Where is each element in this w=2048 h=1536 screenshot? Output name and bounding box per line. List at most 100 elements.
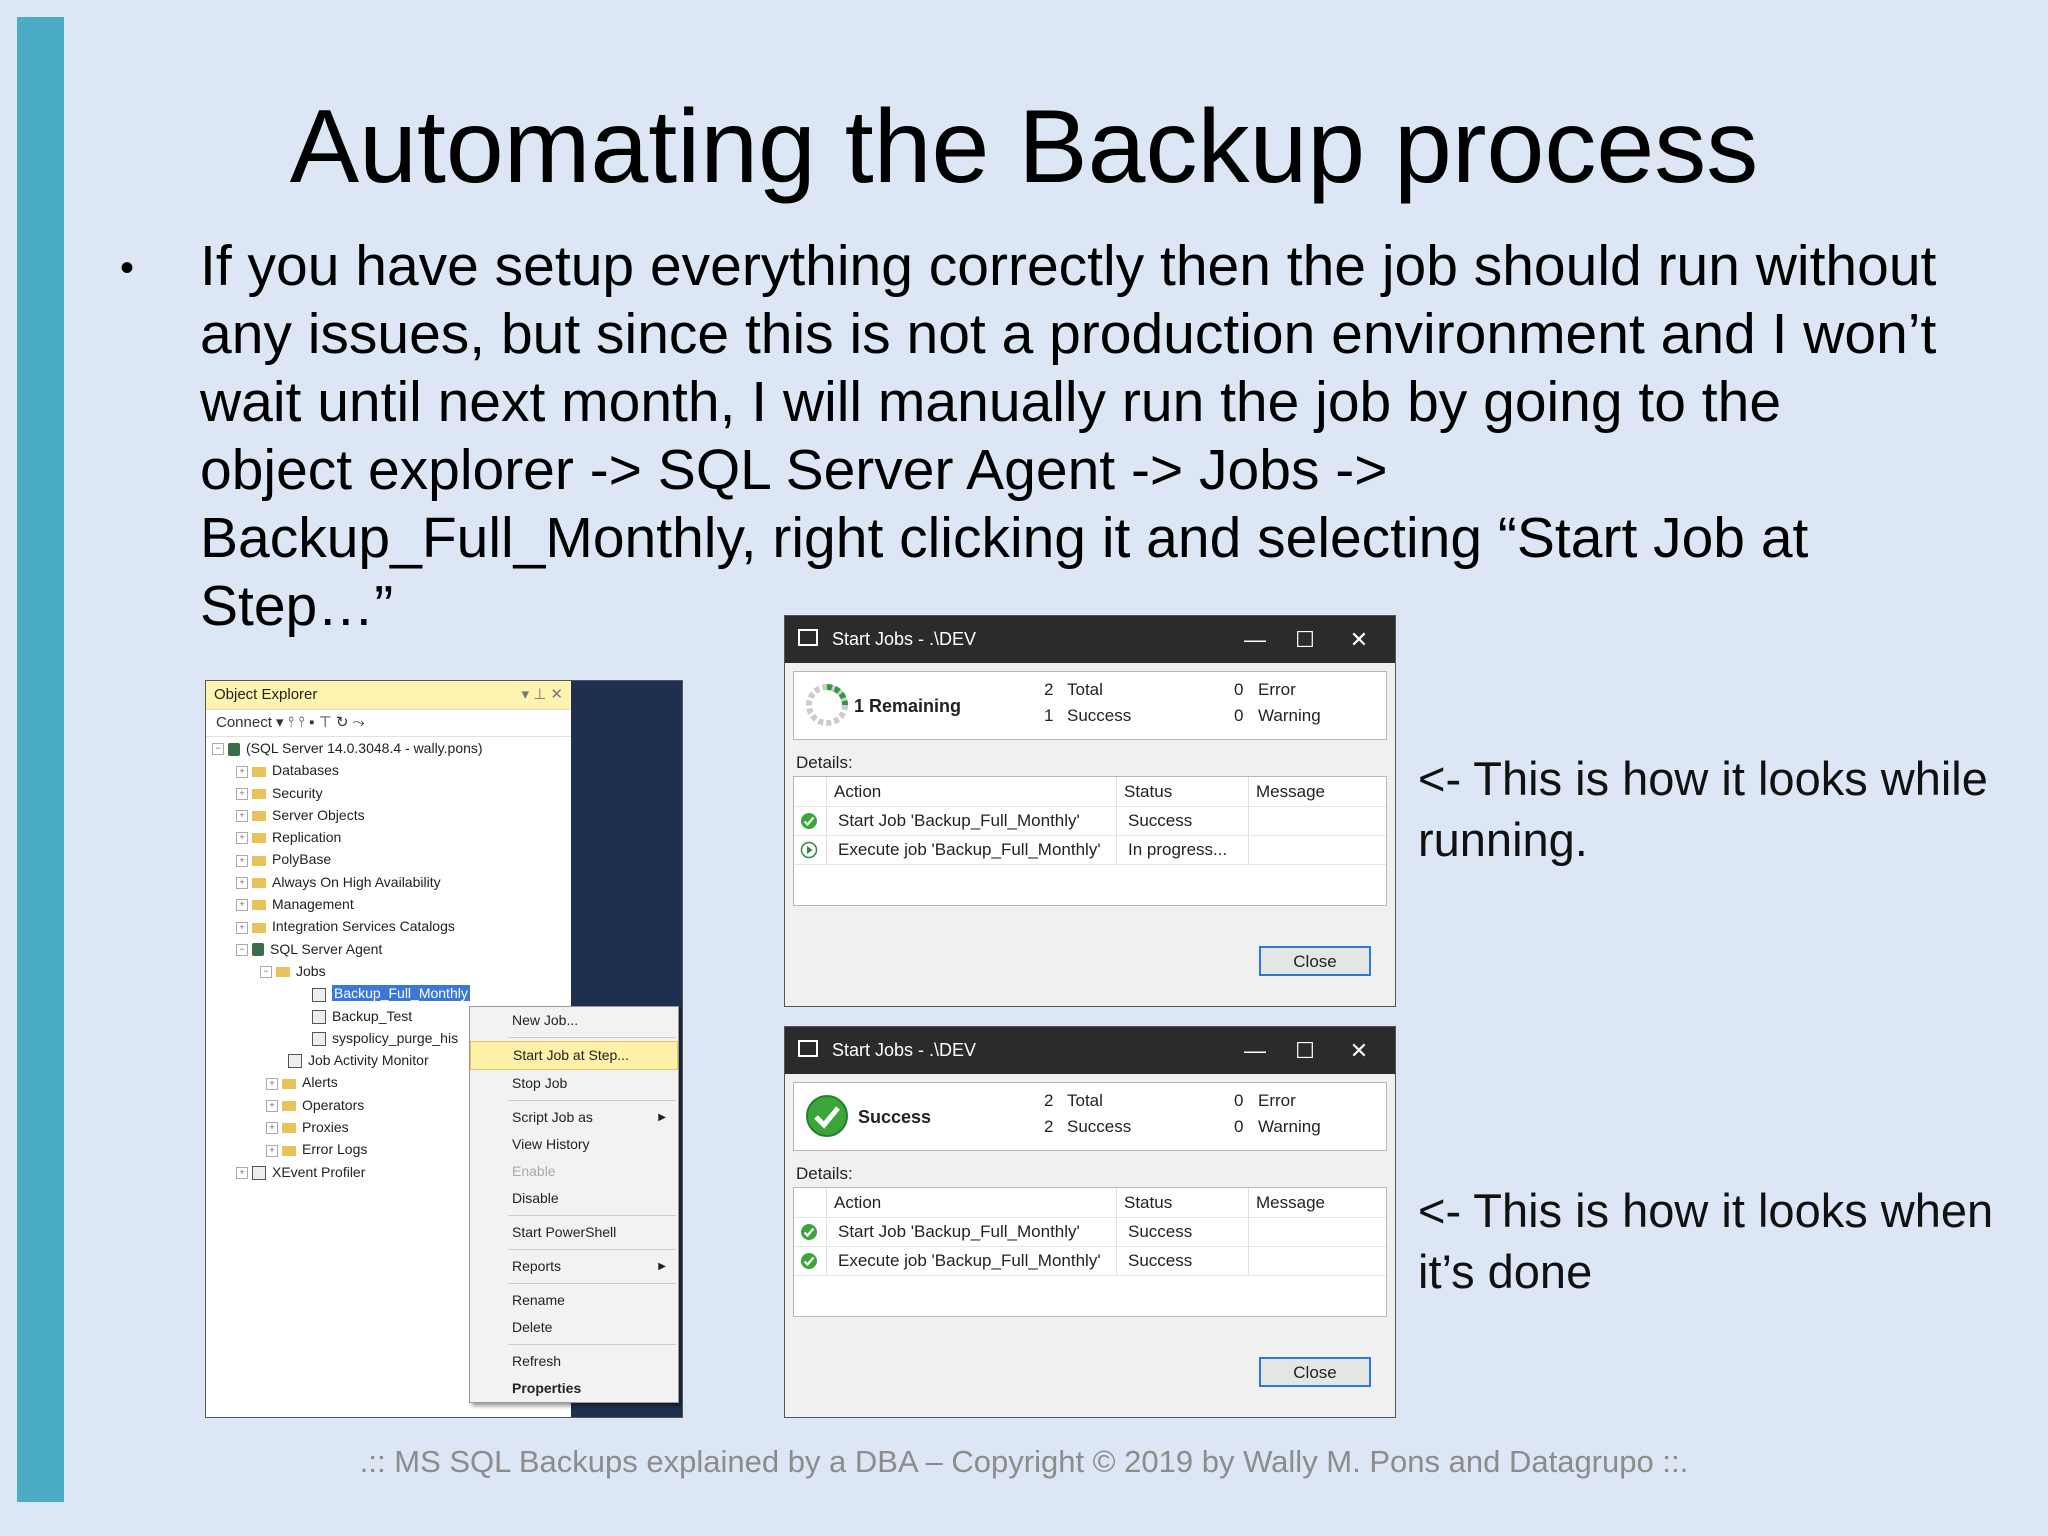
menu-reports[interactable]: Reports ▶: [470, 1253, 678, 1280]
pin-close-icons[interactable]: ▾ ⊥ ✕: [522, 681, 564, 709]
menu-view-history[interactable]: View History: [470, 1131, 678, 1158]
folder-icon: [252, 855, 266, 866]
folder-icon: [252, 766, 266, 777]
total-count: 2: [1044, 1091, 1054, 1110]
accent-bar: [17, 17, 64, 1502]
expand-icon[interactable]: +: [236, 765, 248, 778]
grid-header: Action Status Message: [794, 1188, 1386, 1218]
tree-server[interactable]: − (SQL Server 14.0.3048.4 - wally.pons): [206, 737, 571, 759]
menu-start-job-at-step[interactable]: Start Job at Step...: [470, 1041, 678, 1070]
error-label: Error: [1258, 680, 1296, 699]
menu-refresh[interactable]: Refresh: [470, 1348, 678, 1375]
tree-node[interactable]: + Integration Services Catalogs: [206, 915, 571, 937]
tree-node[interactable]: + Management: [206, 893, 571, 915]
expand-icon[interactable]: +: [236, 921, 248, 934]
expand-icon[interactable]: +: [236, 899, 248, 912]
start-jobs-dialog-running: Start Jobs - .\DEV — ☐ ✕ 1 Remaining 2 T…: [784, 615, 1396, 1007]
row-status: Success: [1128, 811, 1193, 830]
folder-icon: [252, 878, 266, 889]
close-button[interactable]: Close: [1259, 1357, 1371, 1387]
app-icon: [798, 629, 818, 646]
job-icon: [312, 1009, 326, 1024]
close-icon[interactable]: ✕: [1339, 1027, 1379, 1074]
table-row[interactable]: Start Job 'Backup_Full_Monthly' Success: [794, 1217, 1386, 1247]
collapse-icon[interactable]: −: [260, 966, 272, 979]
object-explorer-title: Object Explorer: [214, 686, 318, 703]
table-row[interactable]: Start Job 'Backup_Full_Monthly' Success: [794, 806, 1386, 836]
maximize-icon[interactable]: ☐: [1285, 616, 1325, 663]
expand-icon[interactable]: +: [236, 877, 248, 890]
minimize-icon[interactable]: —: [1235, 1027, 1275, 1074]
success-label: Success: [1067, 706, 1132, 725]
column-status[interactable]: Status: [1124, 777, 1172, 806]
maximize-icon[interactable]: ☐: [1285, 1027, 1325, 1074]
tree-node[interactable]: + Security: [206, 782, 571, 804]
tree-node[interactable]: + PolyBase: [206, 848, 571, 870]
column-message[interactable]: Message: [1256, 777, 1325, 806]
tree-job-selected[interactable]: Backup_Full_Monthly: [206, 982, 571, 1004]
expand-icon[interactable]: +: [266, 1100, 278, 1113]
expand-icon[interactable]: +: [236, 1166, 248, 1179]
menu-separator: [508, 1344, 676, 1345]
object-explorer-toolbar[interactable]: Connect ▾ ⫯ ⫯ ▪ ⊤ ↻ ⤳: [206, 710, 571, 737]
tree-node[interactable]: + Databases: [206, 759, 571, 781]
tree-node[interactable]: + Server Objects: [206, 804, 571, 826]
column-status[interactable]: Status: [1124, 1188, 1172, 1217]
row-action: Execute job 'Backup_Full_Monthly': [838, 840, 1101, 859]
total-label: Total: [1067, 1091, 1103, 1110]
expand-icon[interactable]: +: [236, 854, 248, 867]
dialog-titlebar: Start Jobs - .\DEV — ☐ ✕: [785, 1027, 1395, 1074]
row-status: Success: [1128, 1251, 1193, 1270]
minimize-icon[interactable]: —: [1235, 616, 1275, 663]
expand-icon[interactable]: +: [266, 1077, 278, 1090]
tree-sql-server-agent[interactable]: − SQL Server Agent: [206, 938, 571, 960]
expand-icon[interactable]: +: [236, 810, 248, 823]
summary-label: Success: [858, 1107, 932, 1127]
menu-separator: [508, 1215, 676, 1216]
menu-properties[interactable]: Properties: [470, 1375, 678, 1402]
close-icon[interactable]: ✕: [1339, 616, 1379, 663]
table-row[interactable]: Execute job 'Backup_Full_Monthly' Succes…: [794, 1246, 1386, 1276]
expand-icon[interactable]: +: [266, 1144, 278, 1157]
menu-new-job[interactable]: New Job...: [470, 1007, 678, 1034]
slide-title: Automating the Backup process: [289, 89, 1759, 205]
tree-node[interactable]: + Replication: [206, 826, 571, 848]
menu-separator: [508, 1249, 676, 1250]
dialog-titlebar: Start Jobs - .\DEV — ☐ ✕: [785, 616, 1395, 663]
column-action[interactable]: Action: [834, 1188, 881, 1217]
tree-jobs-folder[interactable]: − Jobs: [206, 960, 571, 982]
menu-script-job-as[interactable]: Script Job as ▶: [470, 1104, 678, 1131]
menu-separator: [508, 1100, 676, 1101]
folder-icon: [252, 788, 266, 799]
row-status: Success: [1128, 1222, 1193, 1241]
folder-icon: [252, 900, 266, 911]
row-action: Start Job 'Backup_Full_Monthly': [838, 1222, 1080, 1241]
collapse-icon[interactable]: −: [212, 743, 224, 756]
warning-count: 0: [1234, 706, 1244, 725]
menu-stop-job[interactable]: Stop Job: [470, 1070, 678, 1097]
total-label: Total: [1067, 680, 1103, 699]
menu-delete[interactable]: Delete: [470, 1314, 678, 1341]
menu-enable: Enable: [512, 1163, 556, 1179]
submenu-arrow-icon: ▶: [658, 1261, 666, 1272]
expand-icon[interactable]: +: [236, 787, 248, 800]
menu-rename[interactable]: Rename: [470, 1287, 678, 1314]
dialog-title: Start Jobs - .\DEV: [832, 1040, 977, 1060]
column-message[interactable]: Message: [1256, 1188, 1325, 1217]
in-progress-icon: [800, 841, 818, 859]
object-explorer-titlebar: Object Explorer ▾ ⊥ ✕: [206, 681, 571, 710]
menu-separator: [508, 1037, 676, 1038]
expand-icon[interactable]: +: [236, 832, 248, 845]
close-button[interactable]: Close: [1259, 946, 1371, 976]
menu-start-powershell[interactable]: Start PowerShell: [470, 1219, 678, 1246]
footer: .:: MS SQL Backups explained by a DBA – …: [359, 1444, 1689, 1479]
column-action[interactable]: Action: [834, 777, 881, 806]
expand-icon[interactable]: +: [266, 1122, 278, 1135]
details-grid: Action Status Message Start Job 'Backup_…: [793, 776, 1387, 906]
menu-disable[interactable]: Disable: [470, 1185, 678, 1212]
tree-node[interactable]: + Always On High Availability: [206, 871, 571, 893]
job-icon: [312, 987, 326, 1002]
success-count: 1: [1044, 706, 1054, 725]
table-row[interactable]: Execute job 'Backup_Full_Monthly' In pro…: [794, 835, 1386, 865]
collapse-icon[interactable]: −: [236, 943, 248, 956]
